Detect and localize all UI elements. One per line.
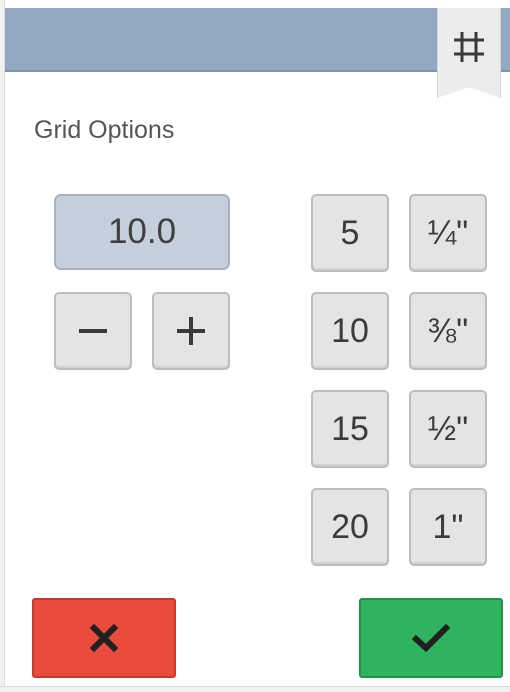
grid-size-value[interactable]: 10.0: [54, 194, 230, 270]
preset-quarter-inch-button[interactable]: ¼": [409, 194, 487, 272]
increment-button[interactable]: [152, 292, 230, 370]
decrement-button[interactable]: [54, 292, 132, 370]
preset-three-eighths-inch-button[interactable]: ⅜": [409, 292, 487, 370]
preset-5-button[interactable]: 5: [311, 194, 389, 272]
window-bottom-edge: [0, 686, 510, 692]
preset-half-inch-button[interactable]: ½": [409, 390, 487, 468]
x-icon: [89, 623, 119, 653]
preset-20-button[interactable]: 20: [311, 488, 389, 566]
preset-15-button[interactable]: 15: [311, 390, 389, 468]
checkmark-icon: [412, 623, 450, 653]
grid-options-tab[interactable]: [437, 8, 501, 98]
minus-icon: [79, 329, 107, 333]
cancel-button[interactable]: [32, 598, 176, 678]
plus-icon: [177, 317, 205, 345]
grid-icon: [454, 32, 484, 62]
preset-one-inch-button[interactable]: 1": [409, 488, 487, 566]
confirm-button[interactable]: [359, 598, 503, 678]
preset-10-button[interactable]: 10: [311, 292, 389, 370]
grid-size-value-text: 10.0: [107, 212, 177, 251]
window-left-edge: [0, 0, 5, 691]
header-bar: [5, 8, 510, 72]
dialog-title: Grid Options: [34, 116, 175, 144]
